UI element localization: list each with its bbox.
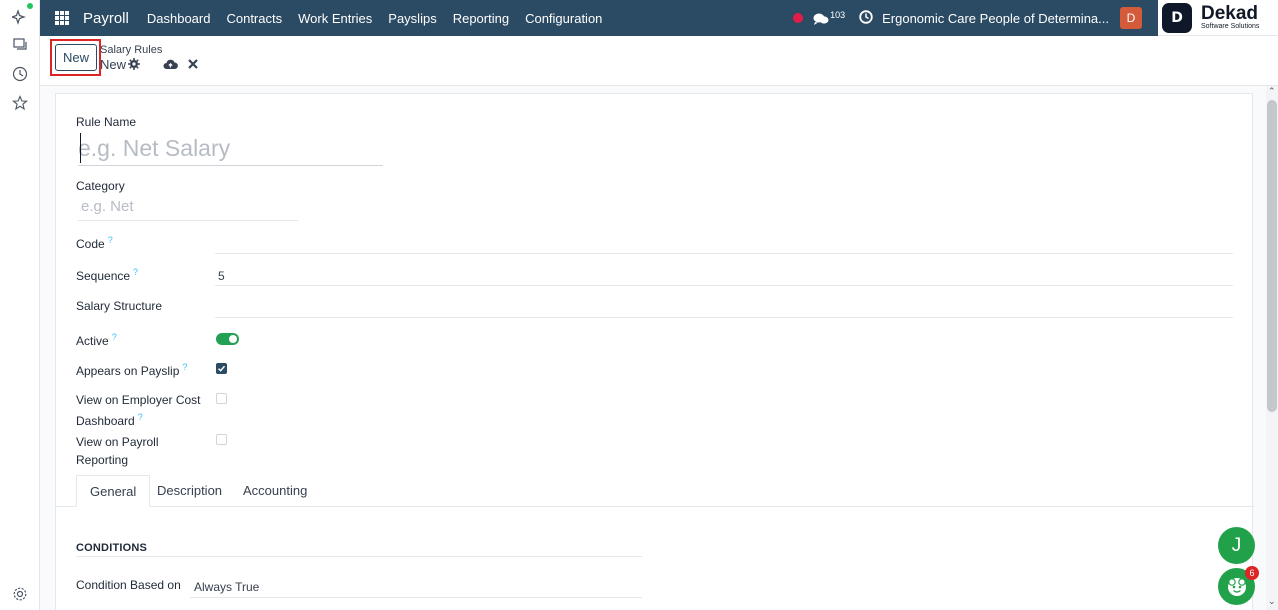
menu-item-dashboard[interactable]: Dashboard xyxy=(147,11,211,26)
menu-item-reporting[interactable]: Reporting xyxy=(453,11,509,26)
appears-on-payslip-checkbox[interactable] xyxy=(216,363,227,374)
tab-description[interactable]: Description xyxy=(144,475,235,507)
scroll-up-arrow-icon[interactable]: ⌃ xyxy=(1268,86,1276,97)
inbox-icon[interactable] xyxy=(11,36,29,54)
brand-mark-icon: D xyxy=(1162,2,1192,33)
company-switcher[interactable]: Ergonomic Care People of Determina... xyxy=(882,11,1109,26)
menu-item-payslips[interactable]: Payslips xyxy=(388,11,436,26)
activity-clock-icon[interactable] xyxy=(859,9,882,27)
checkmark-icon xyxy=(217,365,226,372)
conditions-title: CONDITIONS xyxy=(76,542,148,554)
form-tabs: General Description Accounting xyxy=(56,475,1254,507)
tab-accounting[interactable]: Accounting xyxy=(230,475,320,507)
actions-gear-icon[interactable] xyxy=(128,58,140,70)
top-navbar: Payroll Dashboard Contracts Work Entries… xyxy=(40,0,1158,36)
messages-button[interactable]: 103 xyxy=(813,10,845,26)
appears-on-payslip-label: Appears on Payslip? xyxy=(76,362,188,378)
save-cloud-icon[interactable] xyxy=(163,58,178,70)
online-status-dot xyxy=(27,3,33,9)
main-menu: Dashboard Contracts Work Entries Payslip… xyxy=(147,11,619,26)
star-icon[interactable] xyxy=(11,94,29,112)
salary-structure-label: Salary Structure xyxy=(76,299,163,313)
breadcrumb-salary-rules[interactable]: Salary Rules xyxy=(100,44,162,56)
rule-name-placeholder: e.g. Net Salary xyxy=(78,135,231,161)
code-input[interactable] xyxy=(215,253,1233,254)
rule-name-label: Rule Name xyxy=(76,115,137,129)
menu-item-contracts[interactable]: Contracts xyxy=(226,11,282,26)
sequence-input[interactable] xyxy=(215,285,1233,286)
brand-name: Dekad xyxy=(1201,3,1259,24)
rule-name-input[interactable]: e.g. Net Salary xyxy=(78,135,383,166)
sequence-label: Sequence? xyxy=(76,267,139,283)
tab-general[interactable]: General xyxy=(76,475,151,507)
menu-item-work-entries[interactable]: Work Entries xyxy=(298,11,372,26)
scroll-down-arrow-icon[interactable]: ⌄ xyxy=(1268,596,1276,607)
category-label: Category xyxy=(76,179,125,193)
breadcrumb-current: New xyxy=(100,57,127,72)
settings-gear-icon[interactable] xyxy=(11,585,29,603)
scroll-thumb[interactable] xyxy=(1267,100,1277,412)
new-button[interactable]: New xyxy=(55,44,97,71)
payroll-reporting-label: View on Payroll Reporting xyxy=(76,435,159,467)
employer-cost-checkbox[interactable] xyxy=(216,393,227,404)
conditions-divider xyxy=(76,556,642,557)
history-clock-icon[interactable] xyxy=(11,65,29,83)
form-sheet: Rule Name e.g. Net Salary Category e.g. … xyxy=(55,93,1254,610)
salary-structure-input[interactable] xyxy=(215,317,1233,318)
code-label: Code? xyxy=(76,235,113,251)
condition-based-on-label: Condition Based on xyxy=(76,578,181,592)
category-input[interactable]: e.g. Net xyxy=(78,198,298,221)
chatbot-face-icon xyxy=(1227,577,1246,596)
condition-based-on-select[interactable]: Always True xyxy=(190,580,642,598)
active-toggle[interactable] xyxy=(216,333,239,345)
employer-cost-label: View on Employer Cost Dashboard? xyxy=(76,393,201,428)
recording-dot-icon[interactable] xyxy=(793,13,804,23)
vertical-scrollbar[interactable]: ⌃ ⌄ xyxy=(1266,86,1278,610)
apps-grid-icon[interactable] xyxy=(55,11,69,25)
brand-logo: D Dekad Software Solutions xyxy=(1158,0,1278,36)
text-caret xyxy=(80,133,81,163)
category-placeholder: e.g. Net xyxy=(81,198,134,215)
menu-item-configuration[interactable]: Configuration xyxy=(525,11,602,26)
left-rail xyxy=(0,0,40,610)
active-label: Active? xyxy=(76,332,117,348)
brand-subtitle: Software Solutions xyxy=(1201,23,1260,30)
ai-sparkle-icon[interactable] xyxy=(11,8,29,26)
messages-count: 103 xyxy=(830,10,846,20)
payroll-reporting-checkbox[interactable] xyxy=(216,434,227,445)
sequence-value[interactable]: 5 xyxy=(218,269,225,283)
app-name[interactable]: Payroll xyxy=(83,10,129,27)
assistant-avatar-button[interactable]: J xyxy=(1218,527,1255,564)
chatbot-badge: 6 xyxy=(1245,566,1259,580)
control-panel: New Salary Rules New xyxy=(40,36,1278,86)
user-avatar[interactable]: D xyxy=(1120,7,1142,29)
discard-close-icon[interactable] xyxy=(187,58,199,70)
chat-bubbles-icon xyxy=(813,13,829,25)
